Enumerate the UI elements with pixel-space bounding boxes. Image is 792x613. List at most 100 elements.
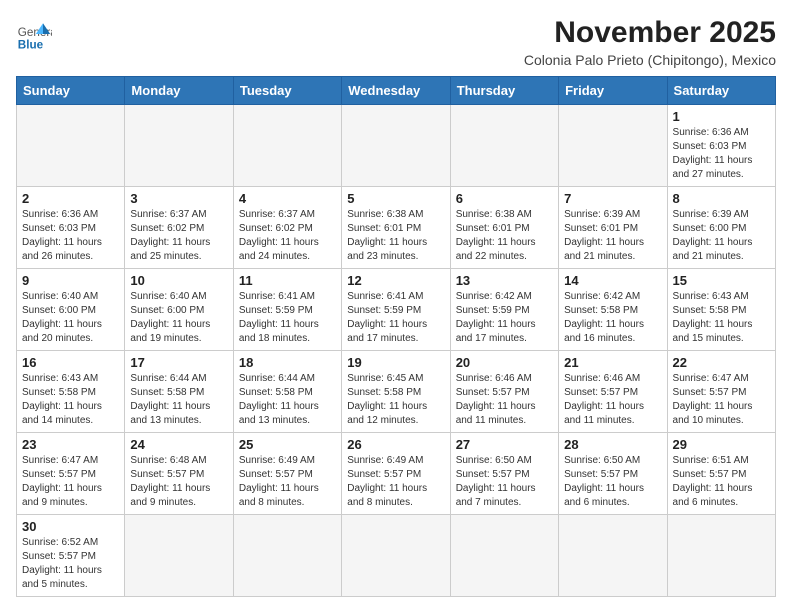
calendar-cell-3-0: 16 Sunrise: 6:43 AM Sunset: 5:58 PM Dayli… (17, 351, 125, 433)
day-number: 3 (130, 191, 227, 206)
calendar-cell-0-3 (342, 105, 450, 187)
day-info: Sunrise: 6:41 AM Sunset: 5:59 PM Dayligh… (239, 290, 336, 346)
day-number: 15 (673, 273, 770, 288)
day-number: 4 (239, 191, 336, 206)
day-info: Sunrise: 6:40 AM Sunset: 6:00 PM Dayligh… (22, 290, 119, 346)
day-number: 1 (673, 109, 770, 124)
month-year: November 2025 (524, 16, 776, 50)
calendar-week-5: 30 Sunrise: 6:52 AM Sunset: 5:57 PM Dayli… (17, 515, 776, 597)
day-info: Sunrise: 6:36 AM Sunset: 6:03 PM Dayligh… (673, 126, 770, 182)
day-info: Sunrise: 6:42 AM Sunset: 5:59 PM Dayligh… (456, 290, 553, 346)
day-number: 21 (564, 355, 661, 370)
calendar-cell-4-0: 23 Sunrise: 6:47 AM Sunset: 5:57 PM Dayli… (17, 433, 125, 515)
day-info: Sunrise: 6:47 AM Sunset: 5:57 PM Dayligh… (673, 372, 770, 428)
calendar-cell-1-0: 2 Sunrise: 6:36 AM Sunset: 6:03 PM Daylig… (17, 187, 125, 269)
day-number: 16 (22, 355, 119, 370)
day-info: Sunrise: 6:43 AM Sunset: 5:58 PM Dayligh… (22, 372, 119, 428)
day-number: 14 (564, 273, 661, 288)
calendar-cell-2-2: 11 Sunrise: 6:41 AM Sunset: 5:59 PM Dayli… (233, 269, 341, 351)
column-header-monday: Monday (125, 77, 233, 105)
day-info: Sunrise: 6:47 AM Sunset: 5:57 PM Dayligh… (22, 454, 119, 510)
calendar-cell-3-5: 21 Sunrise: 6:46 AM Sunset: 5:57 PM Dayli… (559, 351, 667, 433)
calendar-cell-2-5: 14 Sunrise: 6:42 AM Sunset: 5:58 PM Dayli… (559, 269, 667, 351)
calendar-cell-0-0 (17, 105, 125, 187)
calendar-week-4: 23 Sunrise: 6:47 AM Sunset: 5:57 PM Dayli… (17, 433, 776, 515)
day-number: 6 (456, 191, 553, 206)
calendar-table: SundayMondayTuesdayWednesdayThursdayFrid… (16, 76, 776, 597)
calendar-cell-2-6: 15Sunrise: 6:43 AM Sunset: 5:58 PM Dayli… (667, 269, 775, 351)
day-info: Sunrise: 6:40 AM Sunset: 6:00 PM Dayligh… (130, 290, 227, 346)
calendar-cell-4-3: 26Sunrise: 6:49 AM Sunset: 5:57 PM Dayli… (342, 433, 450, 515)
day-number: 7 (564, 191, 661, 206)
calendar-cell-1-5: 7 Sunrise: 6:39 AM Sunset: 6:01 PM Daylig… (559, 187, 667, 269)
day-info: Sunrise: 6:39 AM Sunset: 6:00 PM Dayligh… (673, 208, 770, 264)
calendar-cell-0-5 (559, 105, 667, 187)
calendar-cell-4-6: 29 Sunrise: 6:51 AM Sunset: 5:57 PM Dayli… (667, 433, 775, 515)
day-info: Sunrise: 6:50 AM Sunset: 5:57 PM Dayligh… (564, 454, 661, 510)
day-info: Sunrise: 6:46 AM Sunset: 5:57 PM Dayligh… (564, 372, 661, 428)
calendar-cell-3-3: 19 Sunrise: 6:45 AM Sunset: 5:58 PM Dayli… (342, 351, 450, 433)
day-number: 19 (347, 355, 444, 370)
calendar-cell-1-2: 4 Sunrise: 6:37 AM Sunset: 6:02 PM Daylig… (233, 187, 341, 269)
calendar-cell-0-1 (125, 105, 233, 187)
calendar-cell-5-5 (559, 515, 667, 597)
calendar-week-0: 1 Sunrise: 6:36 AM Sunset: 6:03 PM Daylig… (17, 105, 776, 187)
calendar-cell-5-2 (233, 515, 341, 597)
calendar-cell-5-0: 30 Sunrise: 6:52 AM Sunset: 5:57 PM Dayli… (17, 515, 125, 597)
day-info: Sunrise: 6:42 AM Sunset: 5:58 PM Dayligh… (564, 290, 661, 346)
calendar-cell-2-0: 9 Sunrise: 6:40 AM Sunset: 6:00 PM Daylig… (17, 269, 125, 351)
calendar-cell-5-6 (667, 515, 775, 597)
calendar-cell-2-1: 10Sunrise: 6:40 AM Sunset: 6:00 PM Dayli… (125, 269, 233, 351)
calendar-cell-2-3: 12Sunrise: 6:41 AM Sunset: 5:59 PM Dayli… (342, 269, 450, 351)
calendar-cell-2-4: 13 Sunrise: 6:42 AM Sunset: 5:59 PM Dayli… (450, 269, 558, 351)
day-info: Sunrise: 6:36 AM Sunset: 6:03 PM Dayligh… (22, 208, 119, 264)
day-info: Sunrise: 6:50 AM Sunset: 5:57 PM Dayligh… (456, 454, 553, 510)
calendar-cell-5-3 (342, 515, 450, 597)
calendar-cell-1-1: 3 Sunrise: 6:37 AM Sunset: 6:02 PM Daylig… (125, 187, 233, 269)
day-number: 25 (239, 437, 336, 452)
day-number: 23 (22, 437, 119, 452)
day-number: 30 (22, 519, 119, 534)
calendar-cell-1-4: 6 Sunrise: 6:38 AM Sunset: 6:01 PM Daylig… (450, 187, 558, 269)
day-number: 13 (456, 273, 553, 288)
calendar-cell-4-4: 27 Sunrise: 6:50 AM Sunset: 5:57 PM Dayli… (450, 433, 558, 515)
day-number: 28 (564, 437, 661, 452)
logo: General Blue (16, 16, 52, 52)
day-number: 2 (22, 191, 119, 206)
location: Colonia Palo Prieto (Chipitongo), Mexico (524, 52, 776, 68)
title-area: November 2025 Colonia Palo Prieto (Chipi… (524, 16, 776, 68)
svg-text:Blue: Blue (18, 38, 44, 51)
day-info: Sunrise: 6:38 AM Sunset: 6:01 PM Dayligh… (347, 208, 444, 264)
day-info: Sunrise: 6:49 AM Sunset: 5:57 PM Dayligh… (239, 454, 336, 510)
day-number: 26 (347, 437, 444, 452)
calendar-week-1: 2 Sunrise: 6:36 AM Sunset: 6:03 PM Daylig… (17, 187, 776, 269)
day-number: 27 (456, 437, 553, 452)
day-info: Sunrise: 6:39 AM Sunset: 6:01 PM Dayligh… (564, 208, 661, 264)
day-number: 17 (130, 355, 227, 370)
day-info: Sunrise: 6:45 AM Sunset: 5:58 PM Dayligh… (347, 372, 444, 428)
day-info: Sunrise: 6:52 AM Sunset: 5:57 PM Dayligh… (22, 536, 119, 592)
day-number: 29 (673, 437, 770, 452)
calendar-cell-4-1: 24 Sunrise: 6:48 AM Sunset: 5:57 PM Dayli… (125, 433, 233, 515)
day-number: 20 (456, 355, 553, 370)
day-number: 5 (347, 191, 444, 206)
calendar-cell-0-6: 1 Sunrise: 6:36 AM Sunset: 6:03 PM Daylig… (667, 105, 775, 187)
calendar-cell-3-4: 20Sunrise: 6:46 AM Sunset: 5:57 PM Dayli… (450, 351, 558, 433)
column-header-sunday: Sunday (17, 77, 125, 105)
day-number: 11 (239, 273, 336, 288)
day-info: Sunrise: 6:37 AM Sunset: 6:02 PM Dayligh… (130, 208, 227, 264)
calendar-week-3: 16 Sunrise: 6:43 AM Sunset: 5:58 PM Dayli… (17, 351, 776, 433)
day-info: Sunrise: 6:37 AM Sunset: 6:02 PM Dayligh… (239, 208, 336, 264)
day-info: Sunrise: 6:51 AM Sunset: 5:57 PM Dayligh… (673, 454, 770, 510)
page-header: General Blue November 2025 Colonia Palo … (16, 16, 776, 68)
day-number: 24 (130, 437, 227, 452)
day-number: 9 (22, 273, 119, 288)
column-header-thursday: Thursday (450, 77, 558, 105)
day-info: Sunrise: 6:38 AM Sunset: 6:01 PM Dayligh… (456, 208, 553, 264)
calendar-cell-3-6: 22Sunrise: 6:47 AM Sunset: 5:57 PM Dayli… (667, 351, 775, 433)
calendar-cell-4-5: 28 Sunrise: 6:50 AM Sunset: 5:57 PM Dayli… (559, 433, 667, 515)
day-info: Sunrise: 6:48 AM Sunset: 5:57 PM Dayligh… (130, 454, 227, 510)
day-info: Sunrise: 6:41 AM Sunset: 5:59 PM Dayligh… (347, 290, 444, 346)
column-header-saturday: Saturday (667, 77, 775, 105)
day-info: Sunrise: 6:44 AM Sunset: 5:58 PM Dayligh… (239, 372, 336, 428)
